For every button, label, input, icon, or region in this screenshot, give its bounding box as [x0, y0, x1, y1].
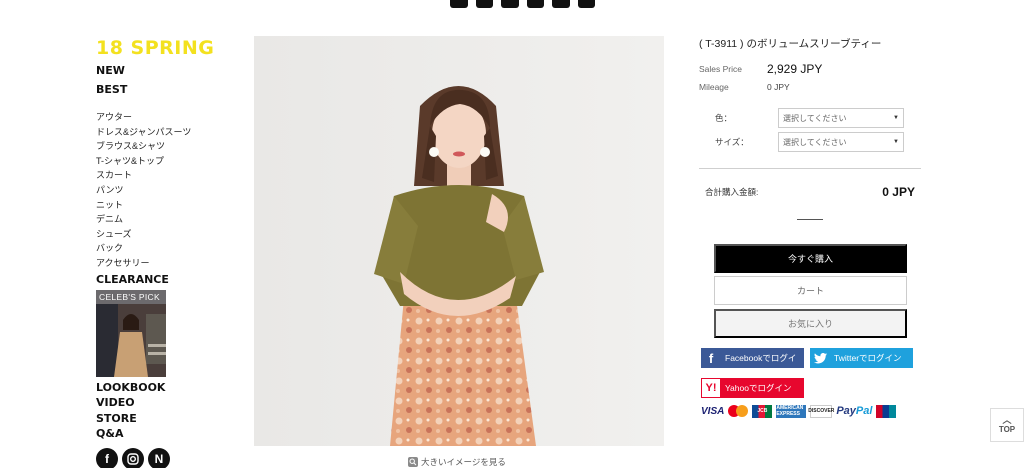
facebook-login-button[interactable]: f Facebookでログイ: [701, 348, 804, 368]
celebs-pick-label: CELEB'S PICK: [96, 289, 166, 304]
chevron-up-icon: ︿: [1002, 415, 1012, 425]
amex-icon: AMERICAN EXPRESS: [776, 404, 807, 418]
product-name: ( T-3911 ) のボリュームスリーブティー: [699, 38, 882, 50]
sales-price-label: Sales Price: [699, 64, 742, 74]
secondary-nav: LOOKBOOK VIDEO STORE Q&A: [96, 380, 216, 442]
celebs-pick-photo: [96, 303, 166, 377]
season-link[interactable]: 18 SPRING: [96, 36, 216, 60]
category-item[interactable]: ドレス&ジャンパスーツ: [96, 125, 216, 140]
sales-price-value: 2,929 JPY: [767, 62, 823, 76]
color-select-value: 選択してください: [783, 113, 847, 123]
facebook-icon: f: [708, 350, 714, 366]
nav-best[interactable]: BEST: [96, 82, 216, 98]
category-item[interactable]: ニット: [96, 198, 216, 213]
yahoo-login-button[interactable]: Y! Yahooでログイン: [701, 378, 804, 398]
view-large-image-link[interactable]: 大きいイメージを見る: [408, 456, 506, 468]
color-label: 色：: [715, 113, 733, 123]
nav-qa[interactable]: Q&A: [96, 426, 216, 442]
nav-lookbook[interactable]: LOOKBOOK: [96, 380, 216, 396]
category-item[interactable]: ブラウス&シャツ: [96, 139, 216, 154]
twitter-login-button[interactable]: Twitterでログイン: [810, 348, 913, 368]
mileage-label: Mileage: [699, 82, 729, 92]
category-list: アウター ドレス&ジャンパスーツ ブラウス&シャツ T-シャツ&トップ スカート…: [96, 110, 216, 271]
payment-methods: VISA JCB AMERICAN EXPRESS DISCOVER PayPa…: [701, 402, 915, 420]
category-item[interactable]: アクセサリー: [96, 256, 216, 271]
unionpay-icon: [876, 404, 897, 418]
divider: [797, 219, 823, 220]
facebook-icon[interactable]: f: [96, 447, 118, 468]
visa-icon: VISA: [701, 405, 725, 417]
facebook-login-label: Facebookでログイ: [725, 353, 797, 363]
nav-video[interactable]: VIDEO: [96, 395, 216, 411]
category-item[interactable]: スカート: [96, 168, 216, 183]
category-item[interactable]: シューズ: [96, 227, 216, 242]
model-photo: [254, 36, 664, 446]
naver-icon[interactable]: N: [148, 447, 170, 468]
mileage-row: Mileage 0 JPY: [699, 82, 921, 92]
site-logo[interactable]: [450, 0, 595, 10]
product-main-image[interactable]: [254, 36, 664, 446]
jcb-icon: JCB: [752, 404, 773, 418]
category-item[interactable]: T-シャツ&トップ: [96, 154, 216, 169]
total-price-row: 合計購入金額: 0 JPY: [699, 185, 921, 199]
category-item[interactable]: アウター: [96, 110, 216, 125]
product-info-panel: ( T-3911 ) のボリュームスリーブティー Sales Price 2,9…: [699, 36, 921, 220]
total-price-label: 合計購入金額:: [705, 187, 759, 197]
yahoo-login-label: Yahooでログイン: [725, 383, 792, 393]
view-large-image-text: 大きいイメージを見る: [421, 457, 506, 467]
celebs-pick-banner[interactable]: CELEB'S PICK: [96, 289, 166, 377]
add-to-favorites-button[interactable]: お気に入り: [714, 309, 907, 338]
paypal-icon: PayPal: [836, 405, 873, 417]
twitter-icon: [810, 348, 830, 368]
twitter-login-label: Twitterでログイン: [834, 353, 902, 363]
instagram-icon[interactable]: [122, 447, 144, 468]
nav-clearance[interactable]: CLEARANCE: [96, 272, 216, 288]
yahoo-icon: Y!: [702, 379, 720, 397]
category-item[interactable]: バック: [96, 241, 216, 256]
chevron-down-icon: ▼: [893, 115, 899, 121]
mastercard-icon: [728, 405, 749, 417]
add-to-cart-button[interactable]: カート: [714, 276, 907, 305]
nav-new[interactable]: NEW: [96, 63, 216, 79]
total-price-value: 0 JPY: [882, 185, 915, 199]
divider: [699, 168, 921, 169]
buy-now-button[interactable]: 今すぐ購入: [714, 244, 907, 273]
size-label: サイズ：: [715, 137, 749, 147]
category-item[interactable]: パンツ: [96, 183, 216, 198]
color-select[interactable]: 選択してください ▼: [778, 108, 904, 128]
sidebar: 18 SPRING NEW BEST アウター ドレス&ジャンパスーツ ブラウス…: [96, 36, 216, 468]
social-links: f N: [96, 447, 216, 468]
discover-icon: DISCOVER: [808, 404, 834, 418]
mileage-value: 0 JPY: [767, 82, 790, 92]
color-option-row: 色： 選択してください ▼: [699, 108, 921, 128]
size-select[interactable]: 選択してください ▼: [778, 132, 904, 152]
sales-price-row: Sales Price 2,929 JPY: [699, 62, 921, 76]
category-item[interactable]: デニム: [96, 212, 216, 227]
back-to-top-label: TOP: [998, 425, 1016, 434]
size-option-row: サイズ： 選択してください ▼: [699, 132, 921, 152]
size-select-value: 選択してください: [783, 137, 847, 147]
nav-store[interactable]: STORE: [96, 411, 216, 427]
magnifier-icon: [408, 457, 418, 467]
back-to-top-button[interactable]: ︿ TOP: [990, 408, 1024, 442]
chevron-down-icon: ▼: [893, 139, 899, 145]
